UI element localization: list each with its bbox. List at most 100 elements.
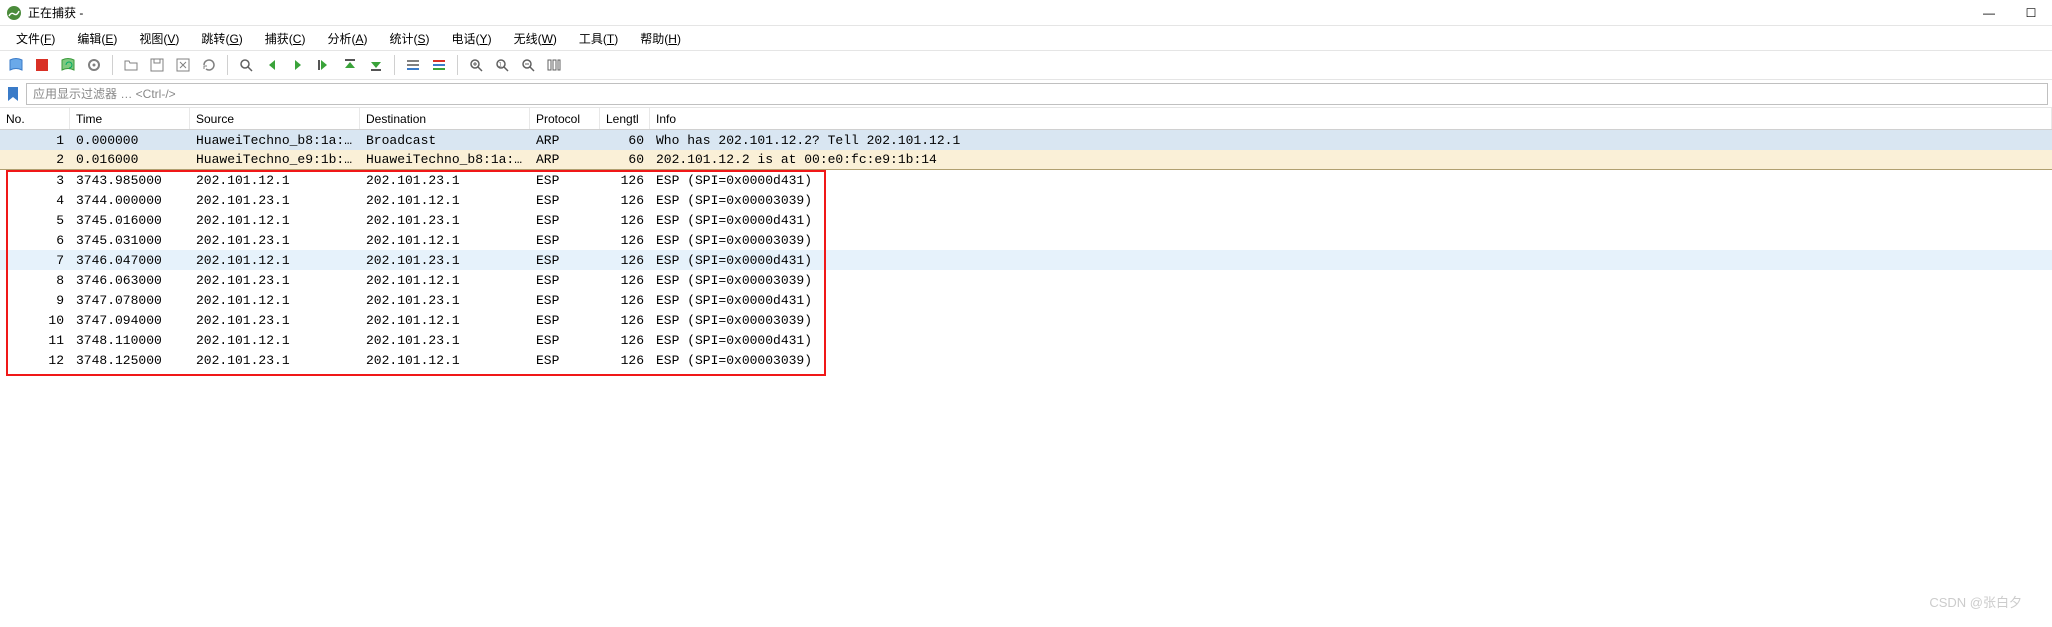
menu-tools[interactable]: 工具(T): [569, 28, 628, 49]
close-file-icon[interactable]: [171, 53, 195, 77]
cell-info: ESP (SPI=0x0000d431): [650, 173, 2052, 188]
window-title: 正在捕获 -: [28, 4, 83, 21]
cell-info: 202.101.12.2 is at 00:e0:fc:e9:1b:14: [650, 152, 2052, 167]
cell-protocol: ESP: [530, 233, 600, 248]
bookmark-icon[interactable]: [4, 85, 22, 103]
cell-time: 3746.047000: [70, 253, 190, 268]
cell-info: ESP (SPI=0x0000d431): [650, 213, 2052, 228]
cell-destination: 202.101.23.1: [360, 213, 530, 228]
maximize-button[interactable]: ☐: [2022, 6, 2040, 20]
cell-protocol: ESP: [530, 333, 600, 348]
colorize-icon[interactable]: [427, 53, 451, 77]
table-row[interactable]: 93747.078000202.101.12.1202.101.23.1ESP1…: [0, 290, 2052, 310]
cell-destination: 202.101.12.1: [360, 353, 530, 368]
go-forward-icon[interactable]: [286, 53, 310, 77]
cell-info: ESP (SPI=0x0000d431): [650, 333, 2052, 348]
col-header-no[interactable]: No.: [0, 108, 70, 129]
cell-source: 202.101.23.1: [190, 193, 360, 208]
cell-destination: 202.101.12.1: [360, 273, 530, 288]
stop-capture-icon[interactable]: [30, 53, 54, 77]
cell-destination: 202.101.12.1: [360, 233, 530, 248]
cell-protocol: ESP: [530, 273, 600, 288]
menu-view[interactable]: 视图(V): [129, 28, 189, 49]
cell-no: 7: [0, 253, 70, 268]
zoom-out-icon[interactable]: [516, 53, 540, 77]
minimize-button[interactable]: —: [1980, 6, 1998, 20]
packet-list[interactable]: 10.000000HuaweiTechno_b8:1a:…BroadcastAR…: [0, 130, 2052, 370]
cell-info: ESP (SPI=0x00003039): [650, 193, 2052, 208]
restart-capture-icon[interactable]: [56, 53, 80, 77]
cell-no: 11: [0, 333, 70, 348]
cell-protocol: ESP: [530, 313, 600, 328]
table-row[interactable]: 113748.110000202.101.12.1202.101.23.1ESP…: [0, 330, 2052, 350]
cell-destination: 202.101.23.1: [360, 253, 530, 268]
go-to-packet-icon[interactable]: [312, 53, 336, 77]
separator: [227, 55, 228, 75]
cell-no: 12: [0, 353, 70, 368]
col-header-length[interactable]: Lengtl: [600, 108, 650, 129]
cell-no: 4: [0, 193, 70, 208]
table-row[interactable]: 10.000000HuaweiTechno_b8:1a:…BroadcastAR…: [0, 130, 2052, 150]
cell-source: 202.101.12.1: [190, 213, 360, 228]
col-header-destination[interactable]: Destination: [360, 108, 530, 129]
table-row[interactable]: 83746.063000202.101.23.1202.101.12.1ESP1…: [0, 270, 2052, 290]
capture-options-icon[interactable]: [82, 53, 106, 77]
separator: [394, 55, 395, 75]
cell-info: ESP (SPI=0x0000d431): [650, 293, 2052, 308]
display-filter-input[interactable]: [26, 83, 2048, 105]
autoscroll-icon[interactable]: [401, 53, 425, 77]
menu-go[interactable]: 跳转(G): [191, 28, 252, 49]
zoom-reset-icon[interactable]: 1: [490, 53, 514, 77]
packet-list-header: No. Time Source Destination Protocol Len…: [0, 108, 2052, 130]
cell-length: 60: [600, 133, 650, 148]
col-header-source[interactable]: Source: [190, 108, 360, 129]
col-header-info[interactable]: Info: [650, 108, 2052, 129]
resize-columns-icon[interactable]: [542, 53, 566, 77]
filterbar: [0, 80, 2052, 108]
table-row[interactable]: 63745.031000202.101.23.1202.101.12.1ESP1…: [0, 230, 2052, 250]
cell-no: 5: [0, 213, 70, 228]
menu-capture[interactable]: 捕获(C): [255, 28, 316, 49]
table-row[interactable]: 53745.016000202.101.12.1202.101.23.1ESP1…: [0, 210, 2052, 230]
table-row[interactable]: 20.016000HuaweiTechno_e9:1b:…HuaweiTechn…: [0, 150, 2052, 170]
cell-destination: 202.101.12.1: [360, 313, 530, 328]
cell-info: ESP (SPI=0x00003039): [650, 313, 2052, 328]
cell-destination: 202.101.12.1: [360, 193, 530, 208]
table-row[interactable]: 43744.000000202.101.23.1202.101.12.1ESP1…: [0, 190, 2052, 210]
cell-destination: 202.101.23.1: [360, 173, 530, 188]
menu-wireless[interactable]: 无线(W): [504, 28, 567, 49]
cell-time: 3748.110000: [70, 333, 190, 348]
menu-stats[interactable]: 统计(S): [380, 28, 440, 49]
cell-length: 126: [600, 293, 650, 308]
menu-analyze[interactable]: 分析(A): [317, 28, 377, 49]
cell-source: HuaweiTechno_b8:1a:…: [190, 133, 360, 148]
go-first-icon[interactable]: [338, 53, 362, 77]
cell-no: 6: [0, 233, 70, 248]
save-file-icon[interactable]: [145, 53, 169, 77]
menu-edit[interactable]: 编辑(E): [67, 28, 127, 49]
go-last-icon[interactable]: [364, 53, 388, 77]
cell-destination: 202.101.23.1: [360, 333, 530, 348]
table-row[interactable]: 73746.047000202.101.12.1202.101.23.1ESP1…: [0, 250, 2052, 270]
cell-source: 202.101.23.1: [190, 313, 360, 328]
cell-source: 202.101.12.1: [190, 253, 360, 268]
find-icon[interactable]: [234, 53, 258, 77]
col-header-protocol[interactable]: Protocol: [530, 108, 600, 129]
cell-time: 3745.016000: [70, 213, 190, 228]
cell-length: 126: [600, 233, 650, 248]
start-capture-icon[interactable]: [4, 53, 28, 77]
open-file-icon[interactable]: [119, 53, 143, 77]
cell-time: 3747.094000: [70, 313, 190, 328]
menu-file[interactable]: 文件(F): [6, 28, 65, 49]
table-row[interactable]: 103747.094000202.101.23.1202.101.12.1ESP…: [0, 310, 2052, 330]
reload-icon[interactable]: [197, 53, 221, 77]
menu-help[interactable]: 帮助(H): [630, 28, 691, 49]
cell-protocol: ESP: [530, 213, 600, 228]
col-header-time[interactable]: Time: [70, 108, 190, 129]
zoom-in-icon[interactable]: [464, 53, 488, 77]
table-row[interactable]: 33743.985000202.101.12.1202.101.23.1ESP1…: [0, 170, 2052, 190]
go-back-icon[interactable]: [260, 53, 284, 77]
cell-protocol: ESP: [530, 173, 600, 188]
table-row[interactable]: 123748.125000202.101.23.1202.101.12.1ESP…: [0, 350, 2052, 370]
menu-telephony[interactable]: 电话(Y): [442, 28, 502, 49]
